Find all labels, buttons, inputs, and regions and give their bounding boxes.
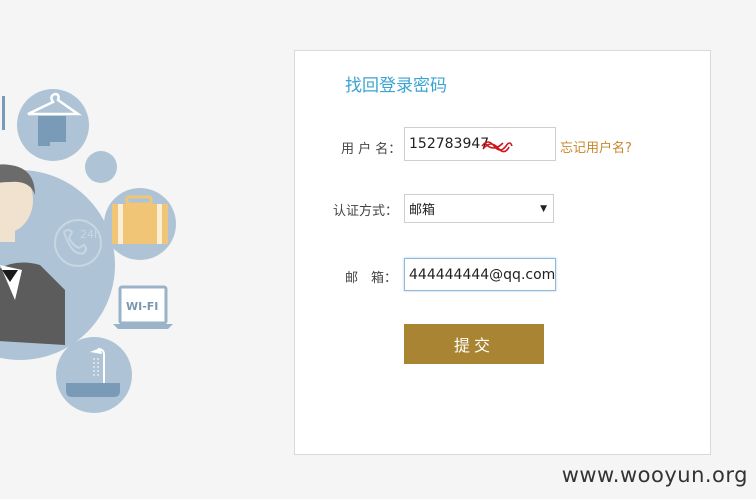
wifi-laptop-icon: WI-FI	[113, 285, 173, 329]
page-title: 找回登录密码	[345, 76, 447, 96]
chevron-down-icon: ▼	[540, 203, 547, 214]
email-value: 444444444@qq.com	[409, 266, 556, 283]
email-label: 邮 箱：	[345, 271, 398, 286]
username-value: 152783947	[409, 136, 490, 152]
suitcase-icon	[104, 188, 176, 260]
redaction-scribble	[481, 141, 513, 153]
svg-text:24h: 24h	[80, 228, 101, 241]
email-input[interactable]: 444444444@qq.com	[404, 258, 556, 291]
username-input[interactable]: 152783947	[404, 127, 556, 161]
forgot-username-link[interactable]: 忘记用户名?	[560, 137, 632, 156]
username-label: 用 户 名：	[341, 142, 402, 157]
svg-text:WI-FI: WI-FI	[126, 300, 158, 313]
auth-method-select[interactable]: 邮箱 ▼	[404, 194, 554, 223]
decor-dot	[85, 151, 117, 183]
watermark: www.wooyun.org	[561, 463, 748, 487]
hotel-illustration: 24h WI-FI	[0, 89, 176, 413]
utensil-icon	[2, 96, 5, 130]
auth-method-label: 认证方式：	[333, 204, 399, 219]
bathtub-icon	[56, 337, 132, 413]
auth-method-value: 邮箱	[409, 203, 436, 218]
hanger-icon	[17, 89, 89, 161]
submit-button[interactable]: 提交	[404, 324, 544, 364]
recover-password-panel: 找回登录密码 用 户 名： 152783947 忘记用户名? 认证方式： 邮箱 …	[294, 50, 711, 455]
